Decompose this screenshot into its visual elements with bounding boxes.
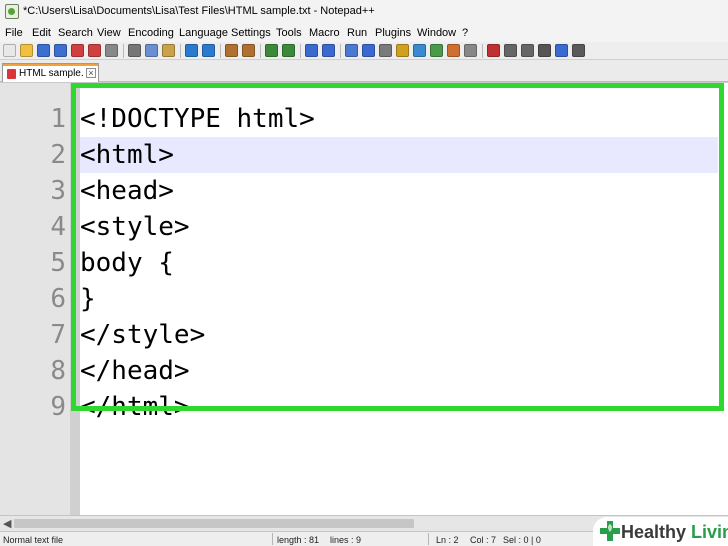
cut-icon[interactable] — [128, 44, 141, 57]
status-divider — [428, 533, 429, 545]
replace-icon[interactable] — [242, 44, 255, 57]
sync-vertical-icon[interactable] — [305, 44, 318, 57]
notepad-plus-plus-icon — [5, 4, 19, 19]
toolbar-separator — [180, 44, 181, 58]
monitoring-icon[interactable] — [464, 44, 477, 57]
tab-label: HTML sample.txt — [19, 68, 83, 79]
close-all-icon[interactable] — [88, 44, 101, 57]
play-macro-icon[interactable] — [521, 44, 534, 57]
logo-text-living: Living — [691, 522, 728, 542]
paste-icon[interactable] — [162, 44, 175, 57]
menu-language[interactable]: Language — [179, 27, 228, 39]
line-number: 1 — [50, 104, 66, 134]
menu-plugins[interactable]: Plugins — [375, 27, 411, 39]
plus-leaf-icon — [600, 521, 620, 541]
save-all-icon[interactable] — [54, 44, 67, 57]
tab-html-sample[interactable]: HTML sample.txt × — [2, 63, 99, 82]
toolbar — [0, 42, 728, 60]
status-col: Col : 7 — [470, 535, 497, 545]
show-all-chars-icon[interactable] — [362, 44, 375, 57]
code-line[interactable]: body { — [80, 245, 718, 281]
indent-guide-icon[interactable] — [379, 44, 392, 57]
healthy-living-logo: Healthy Living — [593, 517, 728, 546]
status-lines: lines : 9 — [330, 535, 362, 545]
run-macro-multiple-icon[interactable] — [538, 44, 551, 57]
toolbar-separator — [482, 44, 483, 58]
menu-encoding[interactable]: Encoding — [128, 27, 174, 39]
code-line[interactable]: } — [80, 281, 718, 317]
line-number: 6 — [50, 284, 66, 314]
fold-margin — [70, 83, 80, 515]
menu-edit[interactable]: Edit — [32, 27, 51, 39]
tab-bar: HTML sample.txt × — [0, 60, 728, 82]
status-divider — [272, 533, 273, 545]
menu-bar: File Edit Search View Encoding Language … — [0, 24, 728, 42]
code-line[interactable]: </style> — [80, 317, 718, 353]
line-number-gutter: 1 2 3 4 5 6 7 8 9 — [0, 83, 70, 515]
line-number: 8 — [50, 356, 66, 386]
code-line[interactable]: </head> — [80, 353, 718, 389]
doc-map-icon[interactable] — [413, 44, 426, 57]
code-line[interactable]: <html> — [80, 137, 718, 173]
line-number: 2 — [50, 140, 66, 170]
unsaved-file-icon — [7, 69, 16, 79]
toolbar-separator — [220, 44, 221, 58]
code-line[interactable]: <style> — [80, 209, 718, 245]
status-file-type: Normal text file — [3, 535, 64, 545]
undo-icon[interactable] — [185, 44, 198, 57]
save-icon[interactable] — [37, 44, 50, 57]
title-bar: *C:\Users\Lisa\Documents\Lisa\Test Files… — [0, 0, 728, 24]
status-length: length : 81 — [277, 535, 320, 545]
toolbar-separator — [123, 44, 124, 58]
open-file-icon[interactable] — [20, 44, 33, 57]
line-number: 7 — [50, 320, 66, 350]
stop-macro-icon[interactable] — [504, 44, 517, 57]
zoom-out-icon[interactable] — [282, 44, 295, 57]
function-list-icon[interactable] — [430, 44, 443, 57]
scroll-left-icon[interactable]: ◀ — [3, 517, 11, 530]
line-number: 3 — [50, 176, 66, 206]
status-sel: Sel : 0 | 0 — [503, 535, 541, 545]
word-wrap-icon[interactable] — [345, 44, 358, 57]
user-language-icon[interactable] — [396, 44, 409, 57]
spell-check-icon[interactable] — [572, 44, 585, 57]
folder-workspace-icon[interactable] — [447, 44, 460, 57]
toolbar-separator — [300, 44, 301, 58]
zoom-in-icon[interactable] — [265, 44, 278, 57]
menu-file[interactable]: File — [5, 27, 23, 39]
toolbar-separator — [260, 44, 261, 58]
menu-view[interactable]: View — [97, 27, 121, 39]
find-icon[interactable] — [225, 44, 238, 57]
copy-icon[interactable] — [145, 44, 158, 57]
logo-text-healthy: Healthy — [621, 522, 687, 542]
menu-search[interactable]: Search — [58, 27, 93, 39]
sync-horizontal-icon[interactable] — [322, 44, 335, 57]
menu-help[interactable]: ? — [462, 27, 468, 39]
status-ln: Ln : 2 — [436, 535, 459, 545]
code-line[interactable]: <head> — [80, 173, 718, 209]
new-file-icon[interactable] — [3, 44, 16, 57]
tab-active-indicator — [3, 64, 98, 66]
code-line[interactable]: <!DOCTYPE html> — [80, 101, 718, 137]
logo-text: Healthy Living — [621, 522, 728, 543]
tab-close-icon[interactable]: × — [86, 68, 96, 78]
line-number: 5 — [50, 248, 66, 278]
menu-window[interactable]: Window — [417, 27, 456, 39]
save-macro-icon[interactable] — [555, 44, 568, 57]
menu-macro[interactable]: Macro — [309, 27, 340, 39]
menu-settings[interactable]: Settings — [231, 27, 271, 39]
close-icon[interactable] — [71, 44, 84, 57]
window-title: *C:\Users\Lisa\Documents\Lisa\Test Files… — [23, 5, 375, 17]
scrollbar-thumb[interactable] — [14, 519, 414, 528]
line-number: 4 — [50, 212, 66, 242]
toolbar-separator — [340, 44, 341, 58]
redo-icon[interactable] — [202, 44, 215, 57]
print-icon[interactable] — [105, 44, 118, 57]
line-number: 9 — [50, 392, 66, 422]
menu-run[interactable]: Run — [347, 27, 367, 39]
menu-tools[interactable]: Tools — [276, 27, 302, 39]
code-line[interactable]: </html> — [80, 389, 718, 425]
record-macro-icon[interactable] — [487, 44, 500, 57]
